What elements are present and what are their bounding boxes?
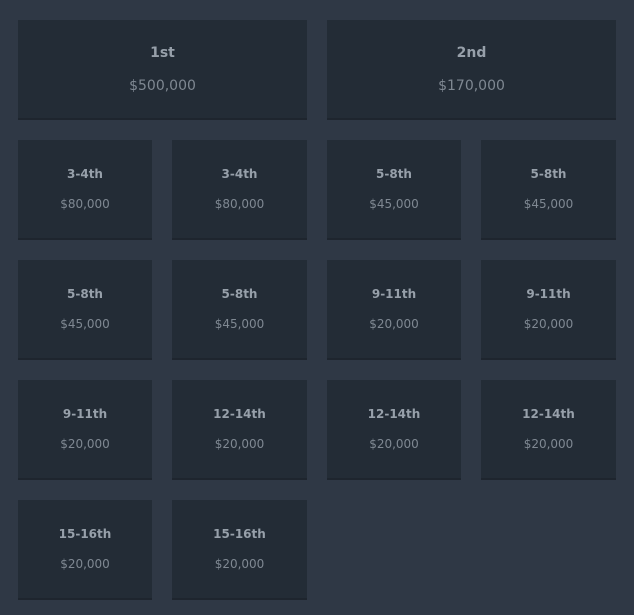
prize-place: 3-4th [221, 167, 258, 181]
prize-place: 5-8th [221, 287, 258, 301]
prize-place: 9-11th [62, 407, 108, 421]
prize-card: 5-8th $45,000 [327, 140, 461, 238]
prize-amount: $500,000 [129, 77, 196, 94]
prize-place: 3-4th [67, 167, 103, 181]
prize-place: 5-8th [530, 167, 567, 181]
prize-card: 12-14th $20,000 [327, 380, 461, 478]
prize-amount: $170,000 [438, 77, 505, 94]
prize-card: 5-8th $45,000 [172, 260, 307, 358]
prize-amount: $80,000 [214, 197, 265, 211]
prize-amount: $20,000 [214, 437, 265, 451]
prize-amount: $45,000 [214, 317, 265, 331]
prize-card: 9-11th $20,000 [327, 260, 461, 358]
prize-card: 12-14th $20,000 [481, 380, 616, 478]
prize-place: 1st [150, 44, 175, 61]
prize-amount: $20,000 [523, 437, 574, 451]
prize-card: 5-8th $45,000 [18, 260, 152, 358]
prize-amount: $45,000 [60, 317, 110, 331]
prize-place: 12-14th [367, 407, 421, 421]
prize-amount: $45,000 [369, 197, 419, 211]
prize-place: 9-11th [371, 287, 417, 301]
prize-place: 15-16th [213, 527, 266, 541]
prize-place: 5-8th [376, 167, 412, 181]
prize-card-2nd: 2nd $170,000 [327, 20, 616, 118]
prize-card: 15-16th $20,000 [18, 500, 152, 598]
prize-card: 3-4th $80,000 [172, 140, 307, 238]
prize-grid: 1st $500,000 2nd $170,000 3-4th $80,000 … [0, 0, 634, 615]
prize-card: 9-11th $20,000 [18, 380, 152, 478]
prize-amount: $45,000 [523, 197, 574, 211]
prize-place: 5-8th [67, 287, 103, 301]
prize-amount: $20,000 [369, 437, 419, 451]
prize-amount: $80,000 [60, 197, 110, 211]
prize-amount: $20,000 [369, 317, 419, 331]
prize-card: 3-4th $80,000 [18, 140, 152, 238]
prize-amount: $20,000 [60, 437, 110, 451]
prize-place: 15-16th [58, 527, 112, 541]
prize-card: 15-16th $20,000 [172, 500, 307, 598]
prize-place: 12-14th [213, 407, 266, 421]
prize-card: 9-11th $20,000 [481, 260, 616, 358]
prize-card-1st: 1st $500,000 [18, 20, 307, 118]
prize-place: 2nd [456, 44, 487, 61]
prize-amount: $20,000 [60, 557, 110, 571]
prize-card: 12-14th $20,000 [172, 380, 307, 478]
prize-amount: $20,000 [523, 317, 574, 331]
prize-place: 12-14th [522, 407, 575, 421]
prize-card: 5-8th $45,000 [481, 140, 616, 238]
prize-amount: $20,000 [214, 557, 265, 571]
prize-place: 9-11th [526, 287, 571, 301]
